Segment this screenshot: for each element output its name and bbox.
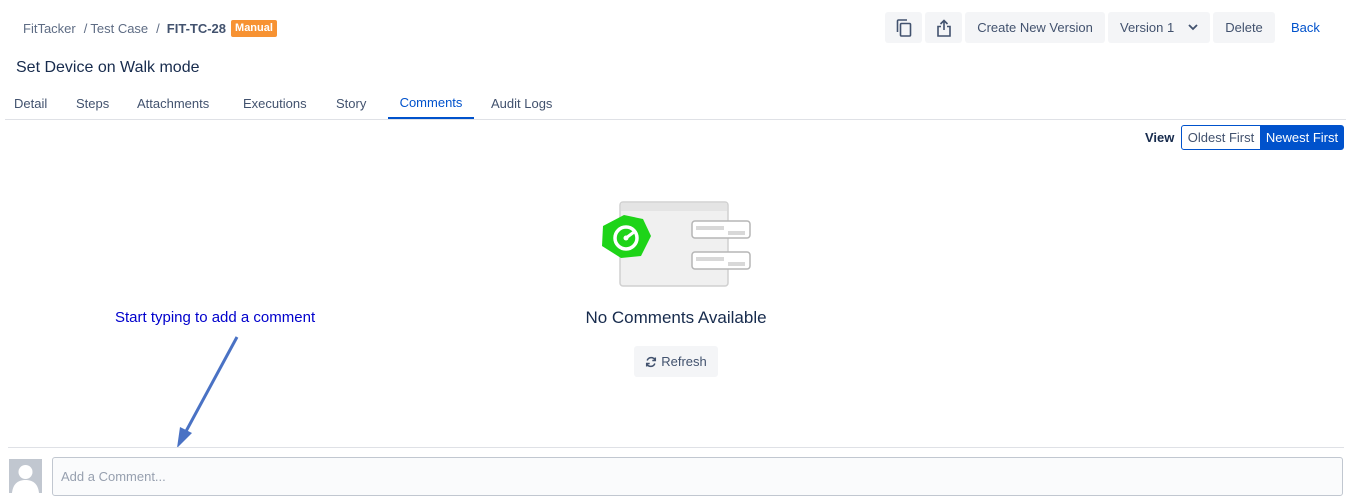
share-icon [936,18,952,37]
create-new-version-button[interactable]: Create New Version [965,12,1105,43]
view-label: View [1145,130,1175,145]
refresh-button[interactable]: Refresh [634,346,718,377]
tab-detail[interactable]: Detail [14,88,47,118]
annotation-arrow [170,333,242,451]
empty-comments-illustration [595,198,755,290]
breadcrumb: FitTacker / Test Case / FIT-TC-28 Manual [23,18,277,38]
annotation-text: Start typing to add a comment [115,309,316,326]
newest-first-button[interactable]: Newest First [1260,125,1344,150]
delete-button[interactable]: Delete [1213,12,1275,43]
breadcrumb-separator: / [83,20,88,36]
chevron-down-icon [1188,24,1198,31]
back-link[interactable]: Back [1291,12,1320,43]
copy-icon [896,18,912,37]
version-label: Version 1 [1120,20,1175,35]
tab-attachments[interactable]: Attachments [137,88,209,118]
page-title: Set Device on Walk mode [16,59,200,76]
share-button[interactable] [925,12,962,43]
breadcrumb-project-link[interactable]: FitTacker [23,21,76,36]
empty-state-title: No Comments Available [585,308,767,327]
version-select[interactable]: Version 1 [1108,12,1210,43]
tab-story[interactable]: Story [336,88,366,118]
avatar [9,459,42,493]
tab-audit-logs[interactable]: Audit Logs [491,88,552,118]
comment-divider [8,447,1344,448]
comment-input[interactable] [52,457,1343,496]
tab-executions[interactable]: Executions [243,88,307,118]
breadcrumb-section-link[interactable]: Test Case [90,21,148,36]
tab-comments[interactable]: Comments [388,88,474,119]
type-badge: Manual [231,19,277,37]
tab-steps[interactable]: Steps [76,88,109,118]
tab-bar: Detail Steps Attachments Executions Stor… [5,88,1346,120]
refresh-label: Refresh [661,354,707,369]
test-case-key: FIT-TC-28 [166,20,227,36]
breadcrumb-separator: / [156,20,160,36]
copy-button[interactable] [885,12,922,43]
oldest-first-button[interactable]: Oldest First [1181,125,1261,150]
refresh-icon [645,356,657,368]
